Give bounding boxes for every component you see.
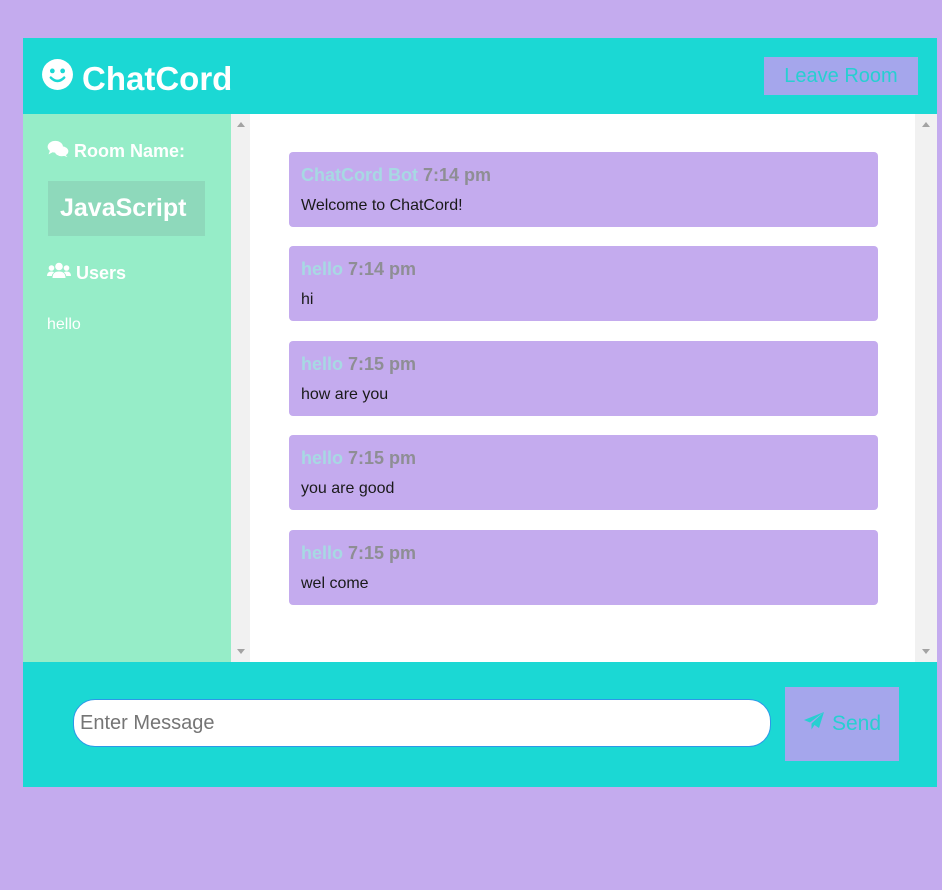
- chat-header: ChatCord Leave Room: [23, 38, 937, 114]
- message-text: you are good: [301, 480, 395, 497]
- message-user: hello: [301, 354, 344, 374]
- leave-room-button[interactable]: Leave Room: [764, 57, 918, 95]
- message-meta: hello 7:15 pm: [301, 448, 416, 469]
- message: hello 7:15 pm how are you: [289, 341, 878, 416]
- room-name-heading: Room Name:: [47, 140, 185, 163]
- paper-plane-icon: [803, 711, 832, 737]
- message-meta: ChatCord Bot 7:14 pm: [301, 165, 491, 186]
- smile-icon: [41, 58, 82, 99]
- message-time: 7:15 pm: [348, 354, 417, 374]
- users-list: hello: [47, 316, 81, 334]
- users-icon: [47, 262, 76, 284]
- scroll-up-arrow-icon[interactable]: [237, 122, 245, 127]
- app-title: ChatCord: [82, 59, 233, 97]
- messages-scrollbar[interactable]: [915, 114, 937, 662]
- message-time: 7:15 pm: [348, 448, 417, 468]
- message-meta: hello 7:15 pm: [301, 543, 416, 564]
- chat-form: Send: [23, 662, 937, 787]
- message-user: hello: [301, 543, 344, 563]
- message-meta: hello 7:14 pm: [301, 259, 416, 280]
- room-name-label: Room Name:: [74, 141, 186, 161]
- message: ChatCord Bot 7:14 pm Welcome to ChatCord…: [289, 152, 878, 227]
- message: hello 7:15 pm you are good: [289, 435, 878, 510]
- message: hello 7:14 pm hi: [289, 246, 878, 321]
- message-text: wel come: [301, 575, 369, 592]
- room-name: JavaScript: [48, 181, 205, 236]
- send-label: Send: [831, 712, 882, 735]
- send-button[interactable]: Send: [785, 687, 899, 761]
- message-input[interactable]: [73, 699, 771, 747]
- comments-icon: [47, 140, 74, 163]
- chat-container: ChatCord Leave Room Room Name: JavaScrip…: [23, 38, 937, 787]
- message-text: Welcome to ChatCord!: [301, 197, 463, 214]
- message-user: hello: [301, 448, 344, 468]
- sidebar-scrollbar[interactable]: [231, 114, 250, 662]
- sidebar: Room Name: JavaScript Users hello: [23, 114, 231, 662]
- users-label: Users: [76, 262, 127, 283]
- user-item: hello: [47, 316, 81, 333]
- message-time: 7:14 pm: [423, 165, 492, 185]
- scroll-down-arrow-icon[interactable]: [237, 649, 245, 654]
- message-text: hi: [301, 291, 314, 308]
- message-meta: hello 7:15 pm: [301, 354, 416, 375]
- message-time: 7:15 pm: [348, 543, 417, 563]
- message: hello 7:15 pm wel come: [289, 530, 878, 605]
- chat-messages: ChatCord Bot 7:14 pm Welcome to ChatCord…: [250, 114, 915, 662]
- message-time: 7:14 pm: [348, 259, 417, 279]
- users-heading: Users: [47, 262, 126, 284]
- brand: ChatCord: [41, 58, 232, 99]
- message-text: how are you: [301, 386, 389, 403]
- scroll-up-arrow-icon[interactable]: [922, 122, 930, 127]
- message-user: hello: [301, 259, 344, 279]
- message-user: ChatCord Bot: [301, 165, 418, 185]
- scroll-down-arrow-icon[interactable]: [922, 649, 930, 654]
